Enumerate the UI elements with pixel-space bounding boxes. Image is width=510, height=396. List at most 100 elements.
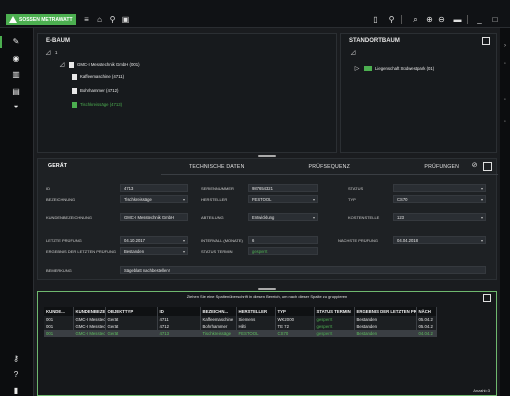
- rail-tool-icon[interactable]: ◦: [501, 60, 509, 68]
- group-by-hint[interactable]: Ziehen Sie eine Spaltenüberschrift in di…: [38, 292, 496, 302]
- tree-item[interactable]: Kaffeemaschine (4711): [72, 72, 124, 81]
- table-cell: FESTOOL: [236, 330, 276, 337]
- help-icon[interactable]: ?: [8, 369, 24, 381]
- tab-pruefsequenz[interactable]: PRÜFSEQUENZ: [273, 159, 386, 175]
- table-cell: gesperrt: [314, 330, 355, 337]
- key-icon[interactable]: ⚷: [8, 353, 24, 365]
- tree-root-count: 1: [55, 50, 58, 55]
- table-row[interactable]: 001GMC-I Messtechni...Gerät4713Tischkrei…: [44, 330, 437, 337]
- panel-toggle-icon[interactable]: [483, 162, 492, 171]
- globe-icon[interactable]: ◉: [8, 53, 24, 65]
- table-cell: 05.04.2: [416, 323, 437, 330]
- zoom-out-icon[interactable]: ⊖: [436, 14, 447, 25]
- wrench-icon[interactable]: ✎: [8, 36, 24, 48]
- chart-icon[interactable]: ▥: [8, 69, 24, 81]
- collapse-icon[interactable]: ◿: [349, 49, 357, 56]
- abteilung-label: ABTEILUNG: [201, 215, 224, 220]
- table-cell: 4712: [157, 323, 201, 330]
- column-header[interactable]: ERGEBNIS DER LETZTEN PRÜ...: [354, 307, 417, 316]
- splitter-handle[interactable]: [258, 288, 276, 290]
- abteilung-select[interactable]: Entwicklung: [248, 213, 318, 221]
- letzte-pruefung-date[interactable]: 04.10.2017: [120, 236, 188, 244]
- standortbaum-panel: STANDORTBAUM ◿ ▷ Liegenschaft Südwestpar…: [340, 33, 497, 153]
- table-cell: Siemens: [236, 316, 276, 323]
- zoom-in-icon[interactable]: ⊕: [424, 14, 435, 25]
- column-header[interactable]: ID: [157, 307, 201, 316]
- pin-icon[interactable]: ⚲: [107, 14, 118, 25]
- monitor-icon[interactable]: ▬: [452, 14, 463, 25]
- ergebnis-label: ERGEBNIS DER LETZTEN PRÜFUNG: [46, 249, 117, 254]
- tab-technische-daten[interactable]: TECHNISCHE DATEN: [161, 159, 274, 175]
- tab-tools: ⊘: [470, 162, 492, 171]
- row-count: Anzahl=3: [473, 388, 490, 393]
- status-label: STATUS: [348, 186, 364, 191]
- splitter-handle[interactable]: [258, 155, 276, 157]
- table-row[interactable]: 001GMC-I Messtechni...Gerät4711Kaffeemas…: [44, 316, 437, 323]
- attachment-icon[interactable]: ⊘: [470, 162, 479, 171]
- column-header[interactable]: KUNDE...: [44, 307, 74, 316]
- column-header[interactable]: STATUS TERMIN: [314, 307, 355, 316]
- panel-toggle-icon[interactable]: [483, 294, 491, 302]
- tab-geraet[interactable]: GERÄT: [38, 159, 161, 175]
- panel-toggle-icon[interactable]: [482, 37, 490, 45]
- tab-bar: GERÄT TECHNISCHE DATEN PRÜFSEQUENZ PRÜFU…: [38, 159, 498, 175]
- table-row[interactable]: 001GMC-I Messtechni...Gerät4712Bohrhamme…: [44, 323, 437, 330]
- column-header[interactable]: KUNDENBEZEI...: [73, 307, 106, 316]
- hersteller-select[interactable]: FESTOOL: [248, 195, 318, 203]
- search-icon[interactable]: ⌕: [410, 14, 421, 25]
- ergebnis-select[interactable]: Bestanden: [120, 247, 188, 255]
- intervall-field[interactable]: 6: [248, 236, 318, 244]
- tree-item-selected[interactable]: Tischkreissäge (4713): [72, 100, 122, 109]
- column-header[interactable]: NÄCH: [416, 307, 437, 316]
- collapse-icon[interactable]: ◿: [58, 61, 66, 68]
- table-cell: Gerät: [105, 316, 158, 323]
- dial-icon[interactable]: ◒: [8, 100, 24, 112]
- tree-root-row[interactable]: ◿: [349, 48, 357, 57]
- seriennummer-field[interactable]: 987654321: [248, 184, 318, 192]
- column-header[interactable]: HERSTELLER: [236, 307, 276, 316]
- table-cell: Tischkreissäge: [200, 330, 237, 337]
- bemerkung-field[interactable]: Sägeblatt nachbestellen!: [120, 266, 486, 274]
- device-icon[interactable]: ▯: [370, 14, 381, 25]
- collapse-icon[interactable]: ◿: [44, 49, 52, 56]
- brand-logo[interactable]: SOSSEN METRAWATT: [6, 14, 76, 25]
- table-cell: GMC-I Messtechni...: [73, 330, 106, 337]
- maximize-icon[interactable]: □: [490, 14, 500, 25]
- bezeichnung-label: BEZEICHNUNG: [46, 197, 76, 202]
- typ-select[interactable]: CS70: [393, 195, 486, 203]
- minimize-icon[interactable]: _: [474, 14, 485, 25]
- tree-root-row[interactable]: ◿ 1: [44, 48, 58, 57]
- typ-label: TYP: [348, 197, 356, 202]
- column-header[interactable]: BEZEICHN...: [200, 307, 237, 316]
- tree-item[interactable]: ▷ Liegenschaft Südwestpark (01): [353, 64, 434, 73]
- chevron-right-icon[interactable]: ›: [501, 42, 509, 50]
- tab-icon[interactable]: ▣: [120, 14, 131, 25]
- location-icon[interactable]: ⚲: [386, 14, 397, 25]
- column-header[interactable]: TYP: [275, 307, 315, 316]
- e-baum-panel: E-BAUM ◿ 1 ◿ GMC-I Messtechnik GmbH (001…: [37, 33, 337, 153]
- table-cell: Bestanden: [354, 316, 417, 323]
- status-select[interactable]: [393, 184, 486, 192]
- id-card-icon[interactable]: ▤: [8, 86, 24, 98]
- naechste-pruefung-date[interactable]: 04.04.2018: [393, 236, 486, 244]
- rail-tool-icon[interactable]: ◦: [501, 96, 509, 104]
- column-header[interactable]: OBJEKTTYP: [105, 307, 158, 316]
- naechste-pruefung-label: NÄCHSTE PRÜFUNG: [338, 238, 379, 243]
- home-icon[interactable]: ⌂: [94, 14, 105, 25]
- kostenstelle-select[interactable]: 123: [393, 213, 486, 221]
- building-icon: [364, 66, 372, 71]
- bezeichnung-select[interactable]: Tischkreissäge: [120, 195, 188, 203]
- kundenbezeichnung-field[interactable]: GMC-I Messtechnik GmbH: [120, 213, 188, 221]
- rail-tool-icon[interactable]: ◦: [501, 118, 509, 126]
- table-cell: TE 72: [275, 323, 315, 330]
- id-field[interactable]: 4713: [120, 184, 188, 192]
- e-baum-title: E-BAUM: [46, 38, 70, 44]
- table-cell: 4711: [157, 316, 201, 323]
- tree-item[interactable]: Bohrhammer (4712): [72, 86, 118, 95]
- table-cell: Gerät: [105, 323, 158, 330]
- tree-item[interactable]: ◿ GMC-I Messtechnik GmbH (001): [58, 60, 140, 69]
- menu-icon[interactable]: ≡: [81, 14, 92, 25]
- trash-icon[interactable]: ▮: [8, 385, 24, 396]
- expand-icon[interactable]: ▷: [353, 65, 361, 72]
- table-cell: Kaffeemaschine: [200, 316, 237, 323]
